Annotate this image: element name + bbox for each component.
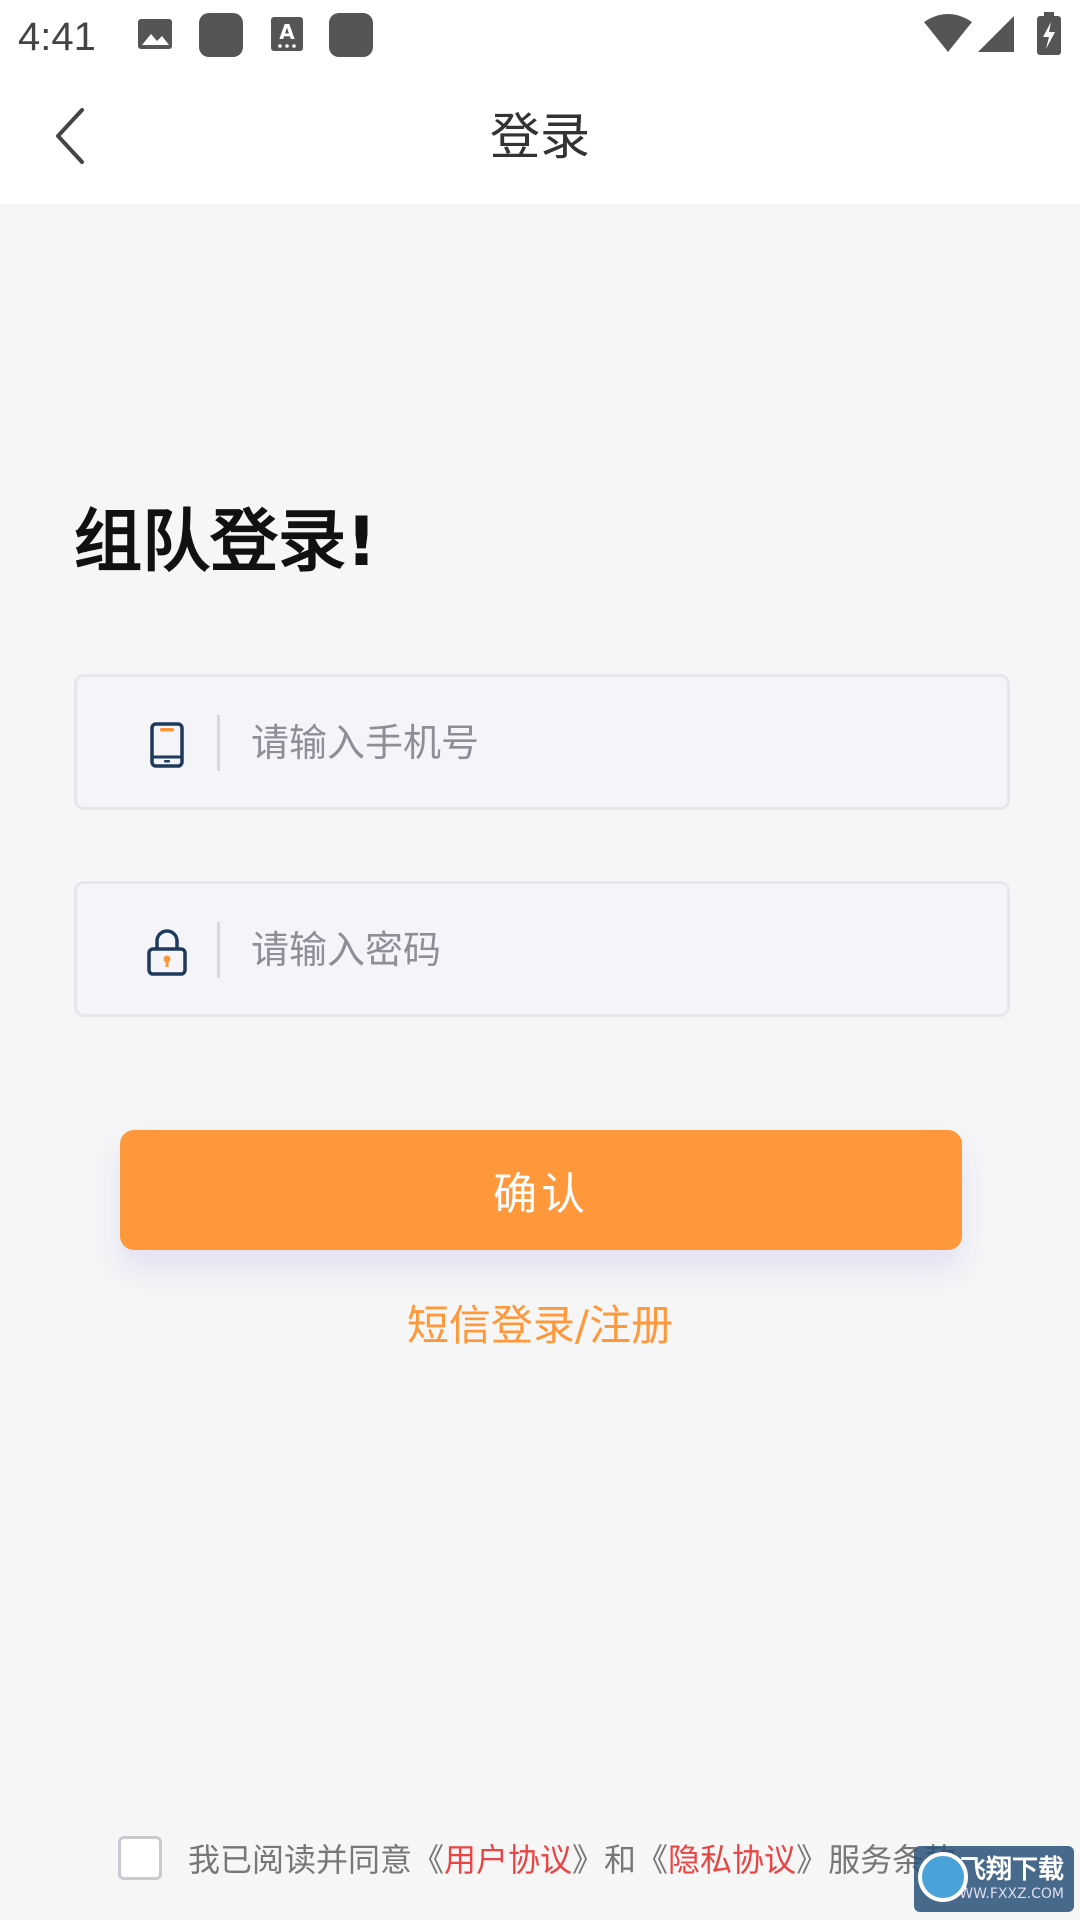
phone-input[interactable] bbox=[249, 707, 949, 779]
phone-field bbox=[74, 674, 1010, 810]
app-icon bbox=[198, 12, 244, 62]
lock-icon bbox=[139, 924, 195, 980]
status-bar: 4:41 A bbox=[0, 0, 1080, 74]
agreement-checkbox[interactable] bbox=[118, 1836, 162, 1880]
signal-icon bbox=[978, 14, 1016, 58]
password-input[interactable] bbox=[249, 914, 949, 986]
text-a-icon: A bbox=[270, 15, 304, 57]
status-time: 4:41 bbox=[18, 15, 96, 59]
agreement-prefix: 我已阅读并同意《 bbox=[188, 1841, 445, 1879]
watermark-circle bbox=[918, 1852, 968, 1902]
page-title: 登录 bbox=[490, 108, 590, 166]
field-divider bbox=[217, 922, 220, 978]
app-icon bbox=[328, 12, 374, 62]
agreement-middle: 》和《 bbox=[572, 1841, 669, 1879]
login-heading: 组队登录! bbox=[74, 503, 378, 582]
field-divider bbox=[217, 715, 220, 771]
privacy-agreement-link[interactable]: 隐私协议 bbox=[668, 1835, 796, 1881]
confirm-button[interactable]: 确认 bbox=[120, 1130, 962, 1250]
wifi-icon bbox=[924, 14, 972, 58]
watermark-logo: 飞翔下载 WWW.FXXZ.COM bbox=[914, 1846, 1074, 1912]
phone-icon bbox=[139, 717, 195, 773]
watermark-main: 飞翔下载 bbox=[959, 1855, 1064, 1885]
image-icon bbox=[136, 15, 174, 57]
svg-text:A: A bbox=[279, 20, 295, 44]
agreement-row: 我已阅读并同意《 用户协议 》和《 隐私协议 》服务条款 bbox=[118, 1834, 956, 1882]
battery-charging-icon bbox=[1036, 12, 1062, 60]
password-field bbox=[74, 881, 1010, 1017]
app-bar: 登录 bbox=[0, 74, 1080, 204]
user-agreement-link[interactable]: 用户协议 bbox=[444, 1835, 572, 1881]
sms-login-register-link[interactable]: 短信登录/注册 bbox=[0, 1296, 1080, 1356]
